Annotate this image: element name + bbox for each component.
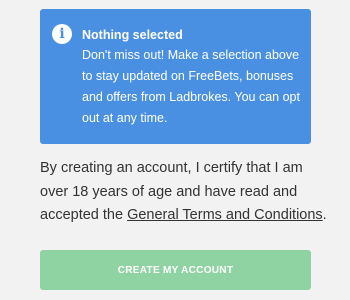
info-icon: i xyxy=(52,24,72,44)
terms-statement: By creating an account, I certify that I… xyxy=(40,157,330,228)
terms-link[interactable]: General Terms and Conditions xyxy=(127,207,323,223)
terms-period: . xyxy=(322,207,327,223)
notice-body: Don't miss out! Make a selection above t… xyxy=(82,48,300,125)
notice-box: i Nothing selected Don't miss out! Make … xyxy=(40,9,311,144)
create-account-button[interactable]: CREATE MY ACCOUNT xyxy=(40,250,311,290)
notice-title: Nothing selected xyxy=(82,28,183,42)
